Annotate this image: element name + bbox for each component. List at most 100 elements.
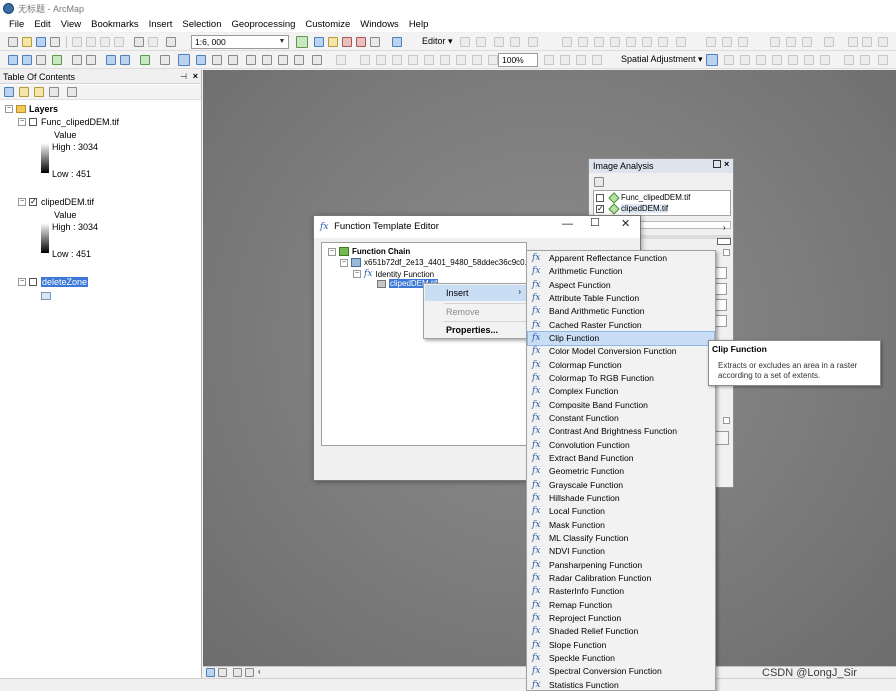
viewer-window-icon[interactable]: [336, 55, 346, 65]
reshape-icon[interactable]: [578, 37, 588, 47]
georef-link-icon[interactable]: [722, 37, 732, 47]
menu-windows[interactable]: Windows: [355, 19, 404, 30]
menu-item-remove[interactable]: Remove: [425, 304, 527, 320]
spatial-adjustment-menu[interactable]: Spatial Adjustment ▾: [621, 54, 703, 65]
menu-edit[interactable]: Edit: [29, 19, 55, 30]
print-icon[interactable]: [50, 37, 60, 47]
maximize-icon[interactable]: ☐: [590, 218, 600, 229]
tree-node-raster[interactable]: − x651b72df_2e13_4401_9480_58ddec36c9c0.…: [340, 258, 534, 267]
data-driven-pages-icon[interactable]: [592, 55, 602, 65]
scroll-right-icon[interactable]: ›: [723, 223, 726, 232]
layer-checkbox[interactable]: [596, 193, 604, 202]
function-menu-item[interactable]: fx Color Model Conversion Function: [528, 345, 714, 358]
paste-icon[interactable]: [100, 37, 110, 47]
zoom-out-icon[interactable]: [22, 55, 32, 65]
add-data-icon[interactable]: [166, 37, 176, 47]
menu-file[interactable]: File: [4, 19, 29, 30]
function-menu-item[interactable]: fx Complex Function: [528, 385, 714, 398]
function-menu-item[interactable]: fx Grayscale Function: [528, 479, 714, 492]
end-point-arc-icon[interactable]: [510, 37, 520, 47]
spatial-adjustment-select-icon[interactable]: [706, 54, 718, 66]
refresh-icon[interactable]: [233, 668, 242, 677]
georef-flip-icon[interactable]: [862, 37, 872, 47]
function-menu-item[interactable]: fx Remap Function: [528, 599, 714, 612]
layout-back-icon[interactable]: [472, 55, 482, 65]
function-menu-item[interactable]: fx Local Function: [528, 505, 714, 518]
close-icon[interactable]: ×: [193, 71, 198, 81]
function-menu-item[interactable]: fx NDVI Function: [528, 545, 714, 558]
hyperlink-icon[interactable]: [228, 55, 238, 65]
menu-view[interactable]: View: [56, 19, 86, 30]
open-folder-icon[interactable]: [22, 37, 32, 47]
edit-annotation-icon[interactable]: [476, 37, 486, 47]
close-icon[interactable]: ×: [724, 159, 729, 169]
minimize-icon[interactable]: —: [562, 219, 573, 230]
collapse-icon[interactable]: −: [340, 258, 348, 267]
new-document-icon[interactable]: [8, 37, 18, 47]
layer-checkbox[interactable]: ✓: [596, 204, 604, 213]
function-menu-item[interactable]: fx Reproject Function: [528, 612, 714, 625]
function-menu-item[interactable]: fx Slope Function: [528, 639, 714, 652]
function-menu-item[interactable]: fx Clip Function: [527, 330, 715, 346]
function-menu-item[interactable]: fx Constant Function: [528, 412, 714, 425]
layout-zoom-out-icon[interactable]: [376, 55, 386, 65]
function-menu-item[interactable]: fx ML Classify Function: [528, 532, 714, 545]
list-by-source-icon[interactable]: [19, 87, 29, 97]
map-scale-combo[interactable]: 1:6, 000 ▼: [191, 35, 289, 49]
function-menu-item[interactable]: fx Composite Band Function: [528, 399, 714, 412]
ia-option-box[interactable]: [715, 299, 727, 311]
cut-icon[interactable]: [72, 37, 82, 47]
edit-tool-icon[interactable]: [460, 37, 470, 47]
undo-icon[interactable]: [134, 37, 144, 47]
toc-layer-row[interactable]: − deleteZone: [18, 277, 89, 287]
function-menu-item[interactable]: fx Apparent Reflectance Function: [528, 252, 714, 265]
function-menu-item[interactable]: fx Shaded Relief Function: [528, 625, 714, 638]
change-layout-icon[interactable]: [576, 55, 586, 65]
layout-forward-icon[interactable]: [488, 55, 498, 65]
ia-layer-row[interactable]: ✓ clipedDEM.tif: [596, 202, 669, 215]
edge-match-icon[interactable]: [860, 55, 870, 65]
georef-options-icon[interactable]: [878, 37, 888, 47]
function-menu-item[interactable]: fx Spectral Conversion Function: [528, 665, 714, 678]
function-menu-item[interactable]: fx Attribute Table Function: [528, 292, 714, 305]
function-menu-item[interactable]: fx Extract Band Function: [528, 452, 714, 465]
find-binoculars-icon[interactable]: [246, 55, 256, 65]
trace-icon[interactable]: [528, 37, 538, 47]
select-elements-arrow-icon[interactable]: [178, 54, 190, 66]
list-by-visibility-icon[interactable]: [34, 87, 44, 97]
find-route-icon[interactable]: [262, 55, 272, 65]
layer-visibility-checkbox[interactable]: [29, 118, 37, 126]
ia-collapse-icon[interactable]: [723, 249, 730, 256]
attributes-icon[interactable]: [642, 37, 652, 47]
zoom-in-icon[interactable]: [8, 55, 18, 65]
clear-selection-icon[interactable]: [160, 55, 170, 65]
toc-options-icon[interactable]: [67, 87, 77, 97]
function-menu-item[interactable]: fx Statistics Function: [528, 679, 714, 691]
pan-hand-icon[interactable]: [36, 55, 46, 65]
function-menu-item[interactable]: fx Radar Calibration Function: [528, 572, 714, 585]
menu-geoprocessing[interactable]: Geoprocessing: [226, 19, 300, 30]
redo-icon[interactable]: [148, 37, 158, 47]
function-menu-item[interactable]: fx Geometric Function: [528, 465, 714, 478]
forward-arrow-icon[interactable]: [120, 55, 130, 65]
html-popup-icon[interactable]: [212, 55, 222, 65]
georef-delete-icon[interactable]: [770, 37, 780, 47]
menu-item-insert[interactable]: Insert ›: [425, 285, 527, 301]
georef-table-icon[interactable]: [738, 37, 748, 47]
go-to-xy-icon[interactable]: [278, 55, 288, 65]
save-icon[interactable]: [36, 37, 46, 47]
function-menu-item[interactable]: fx Colormap Function: [528, 359, 714, 372]
catalog-window-icon[interactable]: [328, 37, 338, 47]
image-analysis-options-icon[interactable]: [594, 177, 604, 187]
layer-visibility-checkbox[interactable]: ✓: [29, 198, 37, 206]
toggle-draft-mode-icon[interactable]: [544, 55, 554, 65]
split-icon[interactable]: [610, 37, 620, 47]
menu-help[interactable]: Help: [404, 19, 434, 30]
create-features-icon[interactable]: [676, 37, 686, 47]
multiple-displacement-links-icon[interactable]: [756, 55, 766, 65]
copy-icon[interactable]: [86, 37, 96, 47]
georef-rotate-icon[interactable]: [786, 37, 796, 47]
menu-selection[interactable]: Selection: [177, 19, 226, 30]
function-menu-item[interactable]: fx Arithmetic Function: [528, 265, 714, 278]
menu-bookmarks[interactable]: Bookmarks: [86, 19, 144, 30]
